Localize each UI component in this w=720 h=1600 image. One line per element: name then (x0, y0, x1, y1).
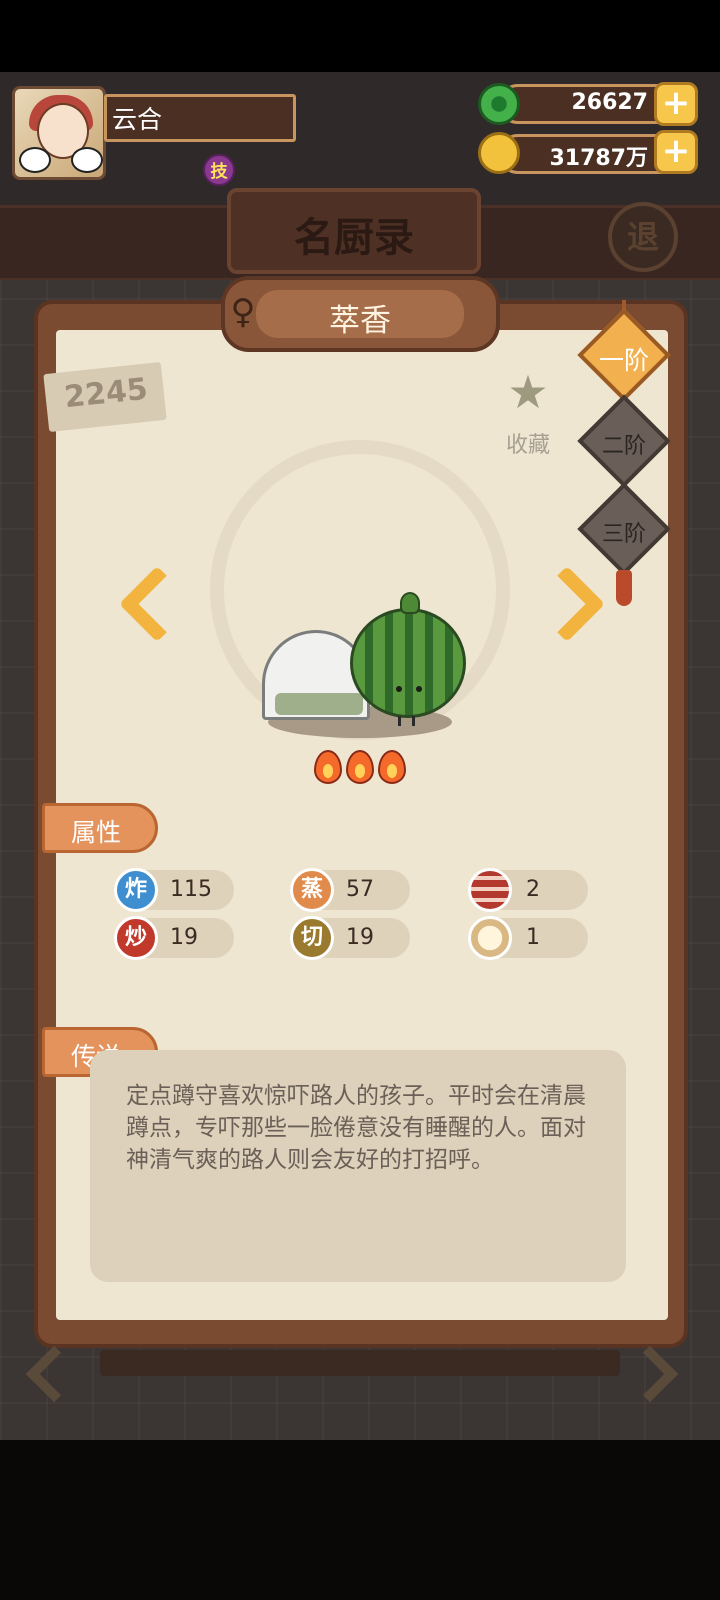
stir-fry-value: 19 (170, 925, 198, 950)
bottom-dark-area (0, 1440, 720, 1600)
favorite-label[interactable]: 收藏 (494, 427, 562, 459)
steam-icon: 蒸 (290, 868, 334, 912)
meat-icon (468, 868, 512, 912)
panda-icon (71, 147, 103, 173)
green-jade-icon (478, 83, 520, 125)
player-avatar[interactable] (12, 86, 106, 180)
panda-icon (19, 147, 51, 173)
character-eye (396, 686, 402, 692)
legend-text: 定点蹲守喜欢惊吓路人的孩子。平时会在清晨蹲点，专吓那些一脸倦意没有睡醒的人。面对… (126, 1083, 586, 1173)
gold-coin-icon (478, 132, 520, 174)
character-name: 萃香 (329, 303, 391, 339)
jade-amount: 26627 (571, 90, 648, 115)
tier-2-label[interactable]: 二阶 (578, 428, 670, 460)
meat-value: 2 (526, 877, 540, 902)
rarity-flame-icon (346, 750, 374, 784)
cut-icon: 切 (290, 916, 334, 960)
skill-badge[interactable]: 技 (203, 154, 235, 186)
add-jade-button[interactable]: + (654, 82, 698, 126)
attributes-title: 属性 (70, 818, 121, 847)
add-coins-button[interactable]: + (654, 130, 698, 174)
watermelon-character (350, 608, 466, 718)
watermelon-stem (400, 592, 420, 614)
steam-value: 57 (346, 877, 374, 902)
rarity-flame-icon (378, 750, 406, 784)
bun-value: 1 (526, 925, 540, 950)
cut-value: 19 (346, 925, 374, 950)
page-title: 名厨录 (294, 215, 414, 261)
stir-fry-icon: 炒 (114, 916, 158, 960)
coin-amount: 31787万 (549, 146, 648, 171)
character-leg (412, 716, 415, 726)
character-eye (416, 686, 422, 692)
female-gender-icon: ♀ (230, 292, 256, 332)
bottom-scroll-bar (100, 1350, 620, 1376)
fry-icon: 炸 (114, 868, 158, 912)
tier-3-label[interactable]: 三阶 (578, 516, 670, 548)
tier-1-label[interactable]: 一阶 (578, 341, 670, 377)
rarity-flame-icon (314, 750, 342, 784)
character-leg (398, 716, 401, 726)
exit-button[interactable]: 退 (608, 202, 678, 272)
favorite-star-icon[interactable]: ★ (504, 368, 552, 416)
fry-value: 115 (170, 877, 212, 902)
bun-icon (468, 916, 512, 960)
tier-tassel (616, 570, 632, 606)
player-name: 云合 (112, 105, 163, 134)
